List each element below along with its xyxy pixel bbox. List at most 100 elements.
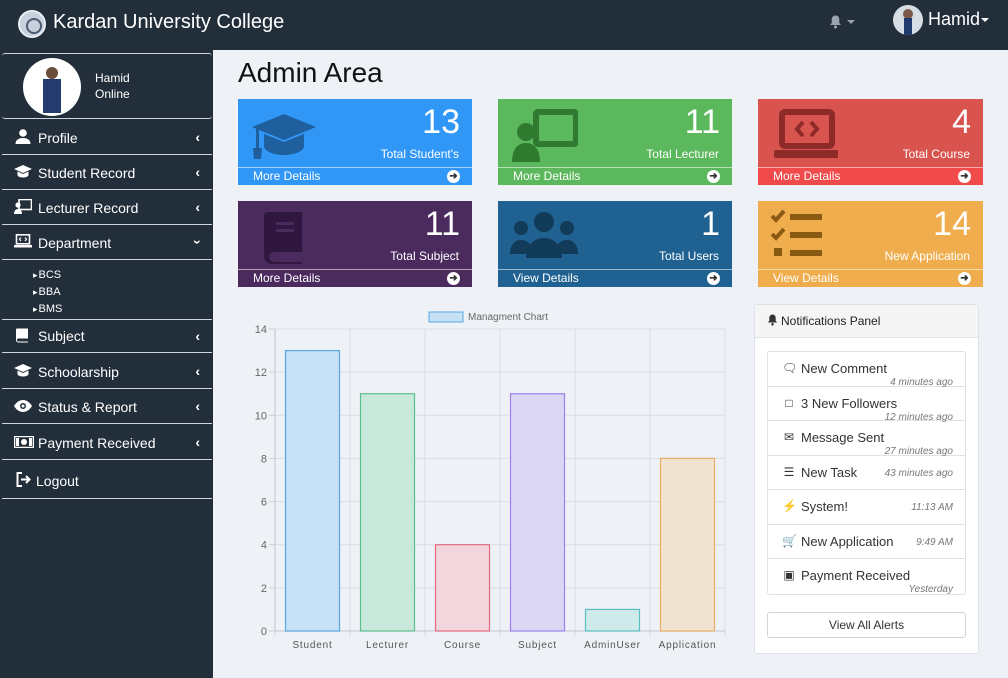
arrow-circle-right-icon: ➜ — [447, 170, 460, 183]
y-tick-label: 0 — [261, 626, 267, 638]
notification-time: Yesterday — [908, 584, 953, 595]
notifications-panel: Notifications Panel 🗨 New Comment 4 minute… — [754, 304, 979, 654]
laptop-code-icon — [14, 234, 32, 251]
sidebar-item-payment-received[interactable]: Payment Received ‹ — [2, 426, 212, 460]
sidebar-item-lecturer-record[interactable]: Lecturer Record ‹ — [2, 191, 212, 225]
chart-bar — [509, 393, 566, 632]
notification-text: System! — [801, 499, 848, 514]
bell-icon — [830, 15, 841, 29]
stat-value: 11 — [684, 103, 720, 141]
university-logo-icon[interactable] — [18, 10, 46, 38]
teacher-board-icon — [512, 109, 578, 162]
notifications-dropdown[interactable] — [829, 13, 855, 29]
stat-value: 14 — [933, 205, 971, 243]
money-icon — [13, 435, 35, 451]
envelope-icon: ✉ — [783, 430, 795, 444]
notification-item[interactable]: ⚡ System! 11:13 AM — [768, 490, 965, 525]
more-details-link[interactable]: More Details ➜ — [238, 167, 472, 185]
avatar[interactable] — [893, 5, 923, 35]
stat-card-lecturers: 11 Total Lecturer More Details ➜ — [498, 99, 732, 185]
sidebar-subitem-bms[interactable]: BMS — [33, 303, 63, 315]
top-navbar: Kardan University College Hamid — [0, 0, 1008, 50]
x-tick-label: AdminUser — [584, 640, 641, 651]
stat-label: Total Course — [902, 147, 970, 161]
graduation-cap-icon — [14, 363, 32, 380]
user-name: Hamid — [928, 9, 981, 29]
notification-text: 3 New Followers — [801, 395, 898, 411]
y-tick-label: 4 — [261, 540, 267, 552]
user-menu[interactable]: Hamid — [928, 9, 990, 30]
more-details-link[interactable]: More Details ➜ — [498, 167, 732, 185]
sidebar-item-label: Department — [38, 234, 112, 251]
stat-value: 4 — [952, 103, 971, 141]
arrow-circle-right-icon: ➜ — [958, 170, 971, 183]
users-icon — [510, 212, 578, 258]
y-tick-label: 2 — [261, 583, 267, 595]
notification-item[interactable]: ☰ New Task 43 minutes ago — [768, 456, 965, 490]
sidebar-subitem-bcs[interactable]: BCS — [33, 269, 62, 281]
stat-label: Total Users — [658, 249, 719, 263]
bolt-icon: ⚡ — [782, 499, 797, 513]
chart-bar — [359, 393, 416, 632]
notification-time: 9:49 AM — [916, 536, 953, 548]
sidebar-item-subject[interactable]: Subject ‹ — [2, 319, 212, 353]
x-tick-label: Student — [292, 640, 332, 651]
more-details-link[interactable]: More Details ➜ — [758, 167, 983, 185]
view-details-link[interactable]: View Details ➜ — [498, 269, 732, 287]
chevron-down-icon: ‹ — [187, 239, 204, 245]
tasks-icon: ☰ — [783, 464, 795, 479]
eye-icon — [14, 399, 32, 415]
notification-item[interactable]: □ 3 New Followers 12 minutes ago — [768, 387, 965, 423]
brand-title[interactable]: Kardan University College — [53, 11, 284, 34]
link-label: More Details — [253, 271, 321, 285]
sidebar-user-panel: Hamid Online — [2, 53, 212, 119]
sidebar-item-label: Status & Report — [38, 398, 137, 415]
avatar — [23, 58, 81, 116]
arrow-circle-right-icon: ➜ — [447, 272, 460, 285]
link-label: View Details — [773, 271, 839, 285]
notifications-header: Notifications Panel — [755, 305, 978, 338]
graduation-cap-icon — [14, 164, 32, 181]
sidebar-item-status-report[interactable]: Status & Report ‹ — [2, 390, 212, 424]
x-tick-label: Application — [659, 640, 717, 651]
notification-item[interactable]: ▣ Payment Received Yesterday — [768, 559, 965, 595]
sidebar-item-label: Subject — [38, 328, 85, 344]
chevron-left-icon: ‹ — [195, 363, 200, 379]
link-label: More Details — [253, 169, 321, 183]
sign-out-icon — [15, 471, 33, 490]
sidebar-subitem-bba[interactable]: BBA — [33, 286, 61, 298]
sidebar-item-schoolarship[interactable]: Schoolarship ‹ — [2, 355, 212, 389]
stat-value: 13 — [422, 103, 460, 141]
sidebar-item-department[interactable]: Department ‹ — [2, 226, 212, 260]
book-icon — [14, 327, 32, 346]
notification-text: New Task — [801, 464, 858, 480]
stat-label: New Application — [884, 249, 970, 263]
notification-item[interactable]: 🛒 New Application 9:49 AM — [768, 525, 965, 559]
stat-label: Total Subject — [390, 249, 459, 263]
arrow-circle-right-icon: ➜ — [958, 272, 971, 285]
notification-item[interactable]: 🗨 New Comment 4 minutes ago — [768, 352, 965, 388]
management-chart: 0 2 4 6 8 10 12 14 Student Lecturer Course Subject A… — [255, 311, 726, 651]
link-label: More Details — [773, 169, 841, 183]
y-tick-label: 14 — [255, 324, 267, 336]
stat-label: Total Lecturer — [646, 147, 719, 161]
sidebar-item-logout[interactable]: Logout — [2, 463, 212, 499]
view-details-link[interactable]: View Details ➜ — [758, 269, 983, 287]
chart-bar — [284, 349, 341, 632]
chevron-down-icon — [847, 20, 855, 25]
more-details-link[interactable]: More Details ➜ — [238, 269, 472, 287]
sidebar-item-profile[interactable]: Profile ‹ — [2, 121, 212, 155]
sidebar-item-student-record[interactable]: Student Record ‹ — [2, 156, 212, 190]
notification-time: 11:13 AM — [911, 502, 953, 513]
notifications-title: Notifications Panel — [781, 314, 881, 328]
legend-label: Managment Chart — [468, 312, 548, 323]
chevron-left-icon: ‹ — [195, 129, 200, 145]
arrow-circle-right-icon: ➜ — [707, 272, 720, 285]
view-all-alerts-button[interactable]: View All Alerts — [767, 612, 966, 638]
y-tick-label: 8 — [261, 453, 267, 465]
graduation-cap-icon — [252, 114, 316, 159]
link-label: View Details — [513, 271, 579, 285]
chevron-left-icon: ‹ — [195, 328, 200, 344]
sidebar-item-label: Profile — [38, 129, 78, 146]
notification-item[interactable]: ✉ Message Sent 27 minutes ago — [768, 421, 965, 457]
